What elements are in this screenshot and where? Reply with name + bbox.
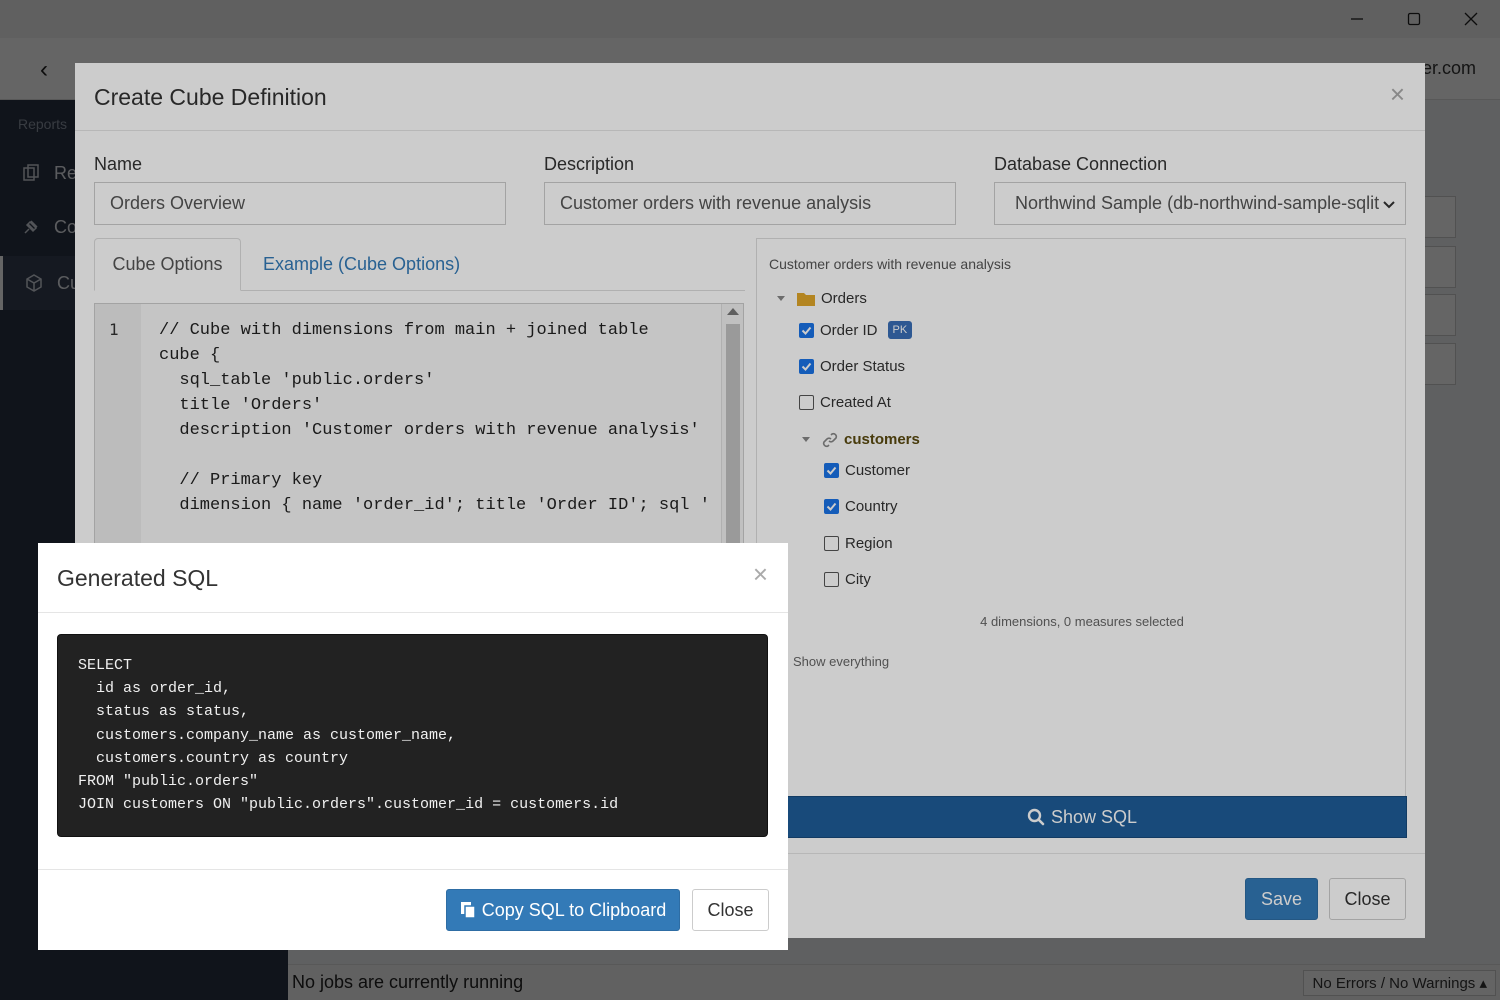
copy-sql-label: Copy SQL to Clipboard (481, 899, 667, 920)
close-button[interactable]: Close (692, 889, 769, 931)
modal-title: Generated SQL (57, 565, 219, 591)
modal-footer: Copy SQL to Clipboard Close (38, 869, 788, 950)
close-icon[interactable]: × (753, 561, 768, 587)
generated-sql-modal: Generated SQL × SELECT id as order_id, s… (38, 543, 788, 950)
sql-code-block[interactable]: SELECT id as order_id, status as status,… (57, 634, 768, 837)
copy-sql-button[interactable]: Copy SQL to Clipboard (446, 889, 680, 931)
modal-header: Generated SQL × (38, 543, 788, 613)
copy-icon (460, 902, 476, 919)
